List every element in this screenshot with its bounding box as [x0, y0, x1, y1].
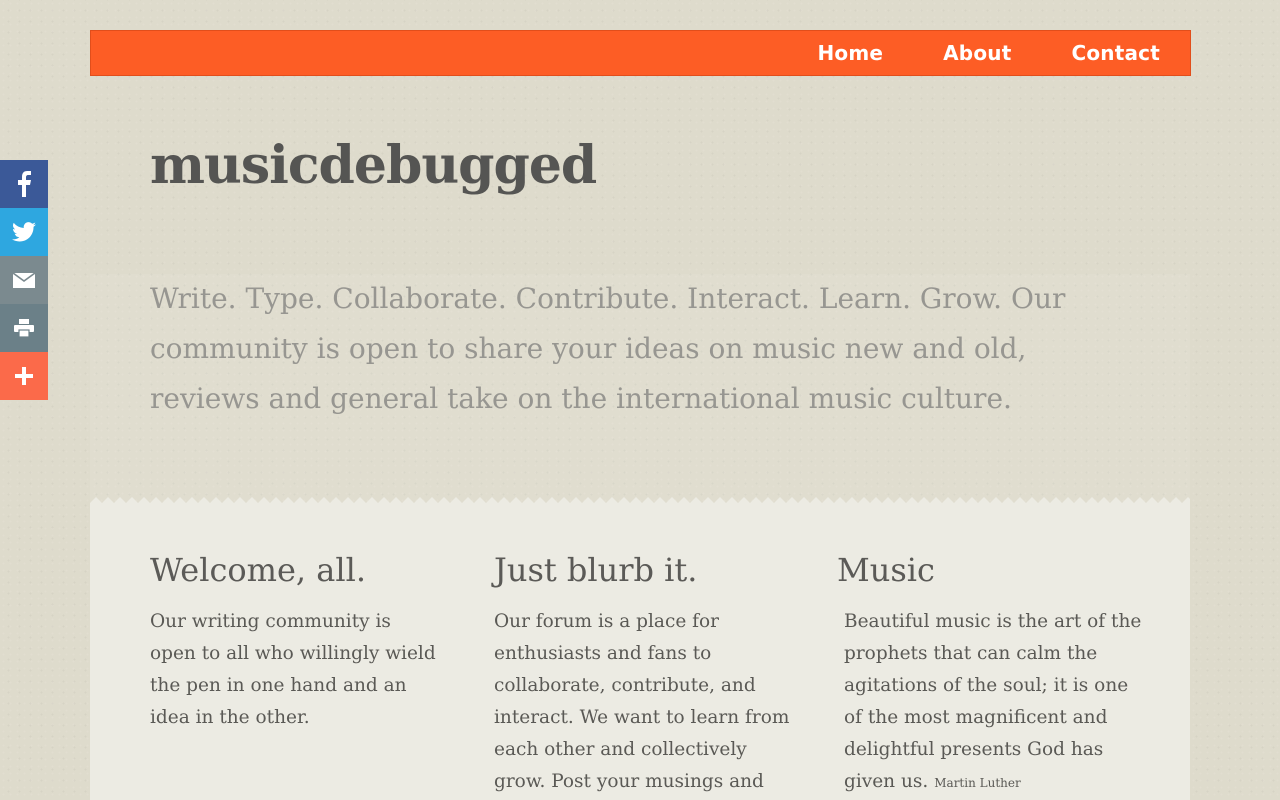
share-twitter-button[interactable]	[0, 208, 48, 256]
share-more-button[interactable]	[0, 352, 48, 400]
content-panel: Welcome, all. Our writing community is o…	[90, 503, 1190, 800]
site-title: musicdebugged	[150, 135, 597, 196]
twitter-icon	[12, 222, 36, 242]
share-email-button[interactable]	[0, 256, 48, 304]
column-quote: Beautiful music is the art of the prophe…	[844, 606, 1144, 799]
print-icon	[14, 319, 34, 337]
nav-home-link[interactable]: Home	[817, 41, 883, 65]
quote-attribution: Martin Luther	[934, 776, 1021, 790]
column-heading: Welcome, all.	[150, 551, 366, 589]
column-body: Our forum is a place for enthusiasts and…	[494, 611, 790, 792]
column-heading: Just blurb it.	[494, 551, 698, 589]
email-icon	[13, 272, 35, 288]
nav-contact-link[interactable]: Contact	[1071, 41, 1160, 65]
intro-section: Write. Type. Collaborate. Contribute. In…	[90, 274, 1190, 502]
column-heading: Music	[837, 551, 935, 589]
nav-about-link[interactable]: About	[943, 41, 1011, 65]
plus-icon	[15, 367, 33, 385]
top-navigation-bar: Home About Contact	[90, 30, 1191, 76]
facebook-icon	[17, 171, 31, 197]
column-body: Our writing community is open to all who…	[150, 611, 436, 728]
main-nav: Home About Contact	[817, 31, 1160, 75]
share-print-button[interactable]	[0, 304, 48, 352]
share-facebook-button[interactable]	[0, 160, 48, 208]
quote-text: Beautiful music is the art of the prophe…	[844, 611, 1142, 792]
intro-text: Write. Type. Collaborate. Contribute. In…	[150, 282, 1066, 415]
share-sidebar	[0, 160, 48, 400]
